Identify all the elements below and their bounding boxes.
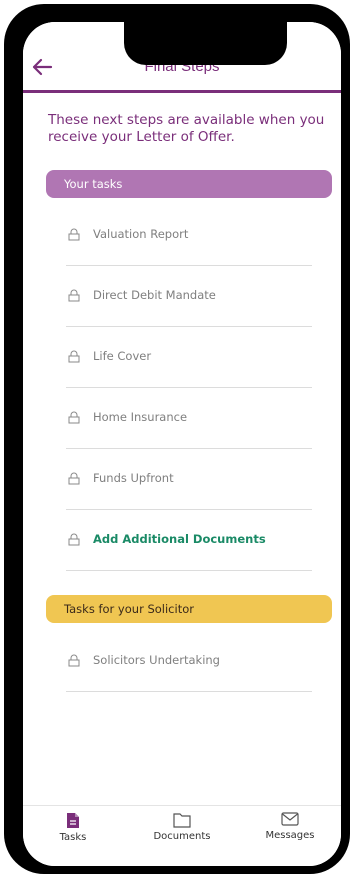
lock-icon	[68, 533, 80, 546]
task-label: Funds Upfront	[93, 471, 174, 485]
task-row-life-cover[interactable]: Life Cover	[66, 327, 312, 388]
app-screen: Final Steps These next steps are availab…	[23, 22, 341, 866]
task-row-funds-upfront[interactable]: Funds Upfront	[66, 449, 312, 510]
bottom-tab-bar: Tasks Documents Messages	[23, 805, 341, 866]
lock-icon	[68, 654, 80, 667]
phone-notch	[124, 22, 287, 65]
tab-label: Messages	[265, 830, 315, 841]
envelope-icon	[281, 812, 299, 826]
task-label: Solicitors Undertaking	[93, 653, 220, 667]
task-label: Life Cover	[93, 349, 152, 363]
lock-icon	[68, 472, 80, 485]
phone-frame: Final Steps These next steps are availab…	[4, 4, 350, 874]
tab-label: Documents	[153, 831, 211, 842]
tab-label: Tasks	[59, 832, 87, 843]
task-row-home-insurance[interactable]: Home Insurance	[66, 388, 312, 449]
intro-text: These next steps are available when you …	[48, 112, 325, 145]
lock-icon	[68, 411, 80, 424]
lock-icon	[68, 289, 80, 302]
task-row-solicitors-undertaking[interactable]: Solicitors Undertaking	[66, 631, 312, 692]
lock-icon	[68, 228, 80, 241]
document-filled-icon	[67, 813, 79, 828]
task-row-valuation-report[interactable]: Valuation Report	[66, 205, 312, 266]
section-header-your-tasks: Your tasks	[46, 170, 332, 198]
section-header-solicitor-tasks: Tasks for your Solicitor	[46, 595, 332, 623]
task-row-direct-debit-mandate[interactable]: Direct Debit Mandate	[66, 266, 312, 327]
task-label: Home Insurance	[93, 410, 188, 424]
tab-messages[interactable]: Messages	[250, 812, 330, 862]
task-label: Add Additional Documents	[93, 532, 266, 546]
task-row-add-additional-documents[interactable]: Add Additional Documents	[66, 510, 312, 571]
tab-tasks[interactable]: Tasks	[33, 812, 113, 862]
folder-icon	[173, 813, 191, 828]
task-label: Valuation Report	[93, 227, 189, 241]
lock-icon	[68, 350, 80, 363]
task-label: Direct Debit Mandate	[93, 288, 216, 302]
tab-documents[interactable]: Documents	[142, 812, 222, 862]
